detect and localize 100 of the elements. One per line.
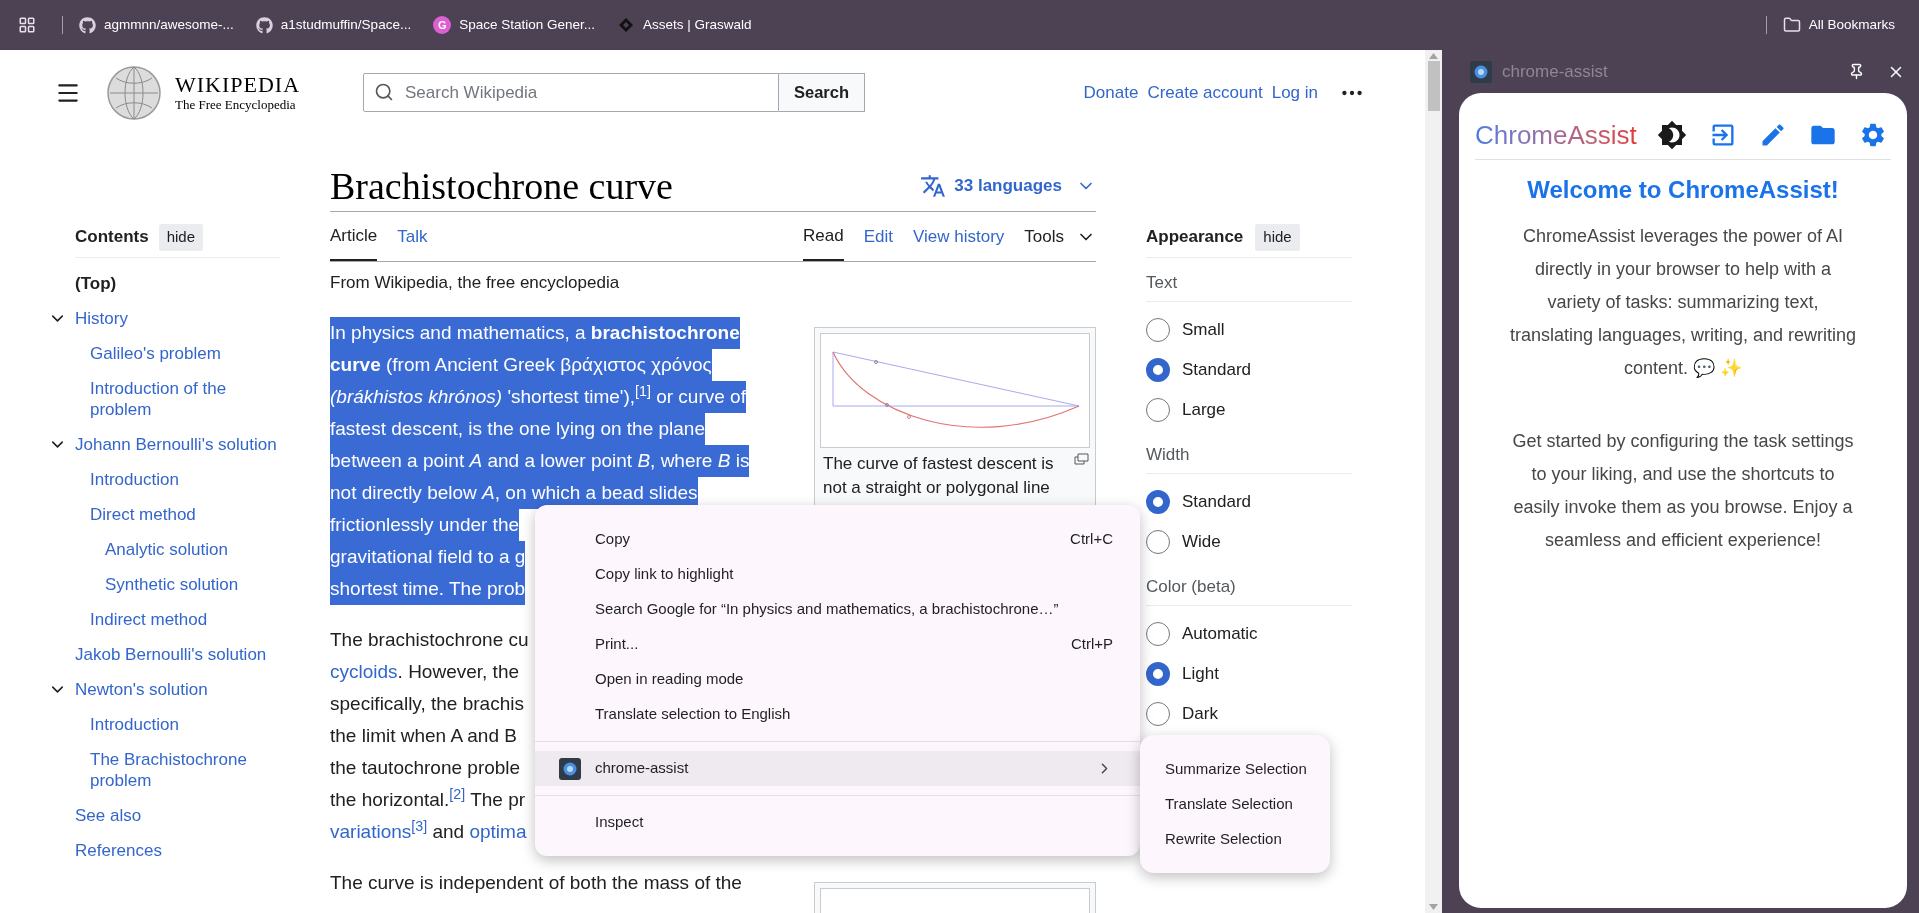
radio-button[interactable]	[1146, 490, 1170, 514]
tab[interactable]: Edit	[863, 212, 893, 261]
bookmark-link[interactable]: Space Station Gener...	[459, 14, 595, 36]
toc-link[interactable]: Introduction	[90, 707, 280, 742]
bookmark-link[interactable]: Assets | Graswald	[643, 14, 752, 36]
radio-label: Light	[1182, 663, 1219, 686]
menu-item[interactable]: Summarize Selection	[1140, 752, 1330, 787]
radio-button[interactable]	[1146, 530, 1170, 554]
link[interactable]: [1]	[635, 386, 651, 407]
radio-label: Wide	[1182, 531, 1221, 554]
globe-icon	[105, 63, 163, 122]
text-line: the limit when A and B	[330, 724, 517, 748]
radio-label: Automatic	[1182, 623, 1258, 646]
panel-title: chrome-assist	[1502, 60, 1608, 83]
extension-icon	[1470, 60, 1492, 83]
extension-icon	[559, 757, 581, 780]
link[interactable]: optima	[469, 821, 527, 842]
radio-button[interactable]	[1146, 702, 1170, 726]
search-icon	[374, 82, 394, 102]
text-line: The curve is independent of both the mass of the	[330, 871, 742, 895]
bookmark-link[interactable]: agmmnn/awesome-...	[104, 14, 234, 36]
translate-icon	[920, 172, 947, 199]
tab[interactable]: Article	[330, 212, 378, 261]
hide-button[interactable]: hide	[158, 223, 204, 251]
menu-item[interactable]: Translate Selection	[1140, 787, 1330, 822]
tools-menu[interactable]: Tools	[1024, 212, 1096, 261]
menu-item[interactable]: Inspect	[535, 805, 1140, 840]
radio-button[interactable]	[1146, 318, 1170, 342]
toc-link[interactable]: Newton's solution	[75, 672, 280, 707]
tagline: The Free Encyclopedia	[175, 96, 297, 113]
radio-label: Standard	[1182, 359, 1251, 382]
scrollbar[interactable]	[1425, 50, 1442, 913]
text-line: cycloids. However, the	[330, 660, 520, 684]
radio-button[interactable]	[1146, 662, 1170, 686]
toc-link[interactable]: See also	[75, 798, 280, 833]
radio-label: Dark	[1182, 703, 1218, 726]
folder-icon	[1782, 16, 1801, 34]
header-link[interactable]: Create account	[1147, 79, 1263, 106]
toc-link[interactable]: Jakob Bernoulli's solution	[75, 637, 280, 672]
all-bookmarks-link[interactable]: All Bookmarks	[1808, 14, 1895, 36]
toc-link[interactable]: Indirect method	[90, 602, 280, 637]
site-tagline: From Wikipedia, the free encyclopedia	[330, 272, 620, 295]
appearance-heading: Appearance	[1146, 226, 1244, 249]
toc-link[interactable]: Galileo's problem	[90, 336, 280, 371]
toc-link[interactable]: Direct method	[90, 497, 280, 532]
toc-link[interactable]: (Top)	[75, 266, 280, 301]
welcome-paragraph: Get started by configuring the task settings to your liking, and use the shortcuts to easily invoke them as you browse. Enjoy a seamless and efficient experience!	[1511, 430, 1855, 552]
radio-label: Large	[1182, 399, 1226, 422]
toc-link[interactable]: Synthetic solution	[105, 567, 280, 602]
menu-item[interactable]: Open in reading mode	[535, 662, 1140, 697]
radio-label: Small	[1182, 319, 1225, 342]
pin-icon[interactable]	[1848, 63, 1865, 80]
toc-link[interactable]: Introduction of the problem	[90, 371, 280, 427]
favicon-icon	[617, 16, 635, 34]
scrollbar-thumb[interactable]	[1427, 61, 1440, 111]
link[interactable]: variations$^{[3]}$	[330, 821, 428, 842]
tab[interactable]: View history	[912, 212, 1005, 261]
apps-icon[interactable]	[18, 16, 36, 34]
menu-item[interactable]: chrome-assist	[535, 751, 1140, 786]
toc-link[interactable]: Johann Bernoulli's solution	[75, 427, 280, 462]
radio-button[interactable]	[1146, 398, 1170, 422]
menu-item[interactable]: Search Google for “In physics and mathematics, a brachistochrone…”	[535, 592, 1140, 627]
tab[interactable]: Read	[803, 212, 844, 261]
header-link[interactable]: Donate	[1083, 79, 1139, 106]
text-line: variations$^{[3]}$ and optima	[330, 816, 527, 844]
option-group-label: Color (beta)	[1146, 575, 1236, 598]
search-button[interactable]: Search	[779, 73, 865, 112]
toc-link[interactable]: History	[75, 301, 280, 336]
letter-favicon: G	[433, 16, 452, 34]
text-line: the horizontal.$^{[2]}$ The pr	[330, 784, 526, 812]
hide-button[interactable]: hide	[1255, 223, 1300, 251]
link[interactable]: cycloids	[330, 661, 398, 682]
theme-toggle-icon[interactable]	[1656, 119, 1687, 150]
figure-caption-line: The curve of fastest descent is	[823, 453, 1055, 475]
menu-item[interactable]: Translate selection to English	[535, 697, 1140, 732]
bookmark-link[interactable]: a1studmuffin/Space...	[280, 14, 412, 36]
text-line: the tautochrone proble	[330, 756, 521, 780]
toc-link[interactable]: Analytic solution	[105, 532, 280, 567]
tab[interactable]: Talk	[397, 212, 428, 261]
radio-button[interactable]	[1146, 622, 1170, 646]
menu-item[interactable]: Rewrite Selection	[1140, 822, 1330, 857]
welcome-paragraph: ChromeAssist leverages the power of AI directly in your browser to help with a variety of tasks: summarizing text, translating languages, writing, and rewriting content. 💬 ✨	[1509, 225, 1857, 380]
search-field[interactable]: Search Wikipedia	[363, 73, 779, 112]
page-title: Brachistochrone curve	[330, 163, 673, 208]
toc-link[interactable]: Introduction	[90, 462, 280, 497]
menu-item[interactable]: Copy link to highlight	[535, 557, 1140, 592]
enlarge-icon[interactable]	[1074, 453, 1089, 465]
link[interactable]: [2]	[449, 789, 466, 810]
header-link[interactable]: Log in	[1271, 79, 1318, 106]
welcome-heading: Welcome to ChromeAssist!	[1526, 176, 1840, 204]
option-group-label: Text	[1146, 271, 1178, 294]
radio-button[interactable]	[1146, 358, 1170, 382]
github-icon	[79, 16, 96, 34]
languages-button[interactable]: 33 languages	[920, 172, 1096, 199]
menu-item[interactable]: Copy Ctrl+C	[535, 522, 1140, 557]
toc-link[interactable]: References	[75, 833, 280, 868]
toc-link[interactable]: The Brachistochrone problem	[90, 742, 280, 798]
text-line: specifically, the brachis	[330, 692, 524, 716]
menu-item[interactable]: Print... Ctrl+P	[535, 627, 1140, 662]
github-icon	[255, 16, 273, 34]
